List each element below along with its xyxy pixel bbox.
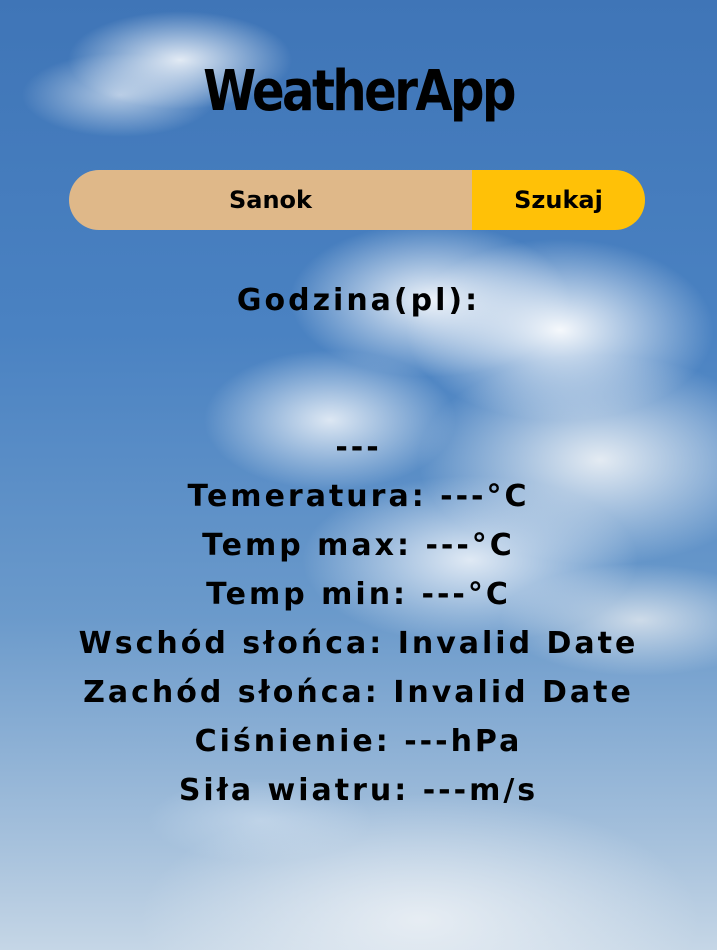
app-title: WeatherApp [203, 58, 516, 124]
wind-speed: Siła wiatru: ---m/s [178, 773, 539, 808]
sunrise: Wschód słońca: Invalid Date [78, 626, 639, 661]
sunset: Zachód słońca: Invalid Date [83, 675, 634, 710]
search-bar: Szukaj [69, 170, 645, 230]
time-value-text: --- [335, 430, 382, 465]
pressure: Ciśnienie: ---hPa [194, 724, 523, 759]
weather-info: Godzina(pl): --- Temeratura: ---°C Temp … [0, 276, 717, 815]
city-search-input[interactable] [69, 170, 472, 230]
search-button[interactable]: Szukaj [472, 170, 645, 230]
time-label: Godzina(pl): [236, 283, 481, 318]
time-value [0, 325, 717, 374]
temp-min: Temp min: ---°C [206, 577, 511, 612]
temp-max: Temp max: ---°C [202, 528, 515, 563]
temperature: Temeratura: ---°C [187, 479, 530, 514]
